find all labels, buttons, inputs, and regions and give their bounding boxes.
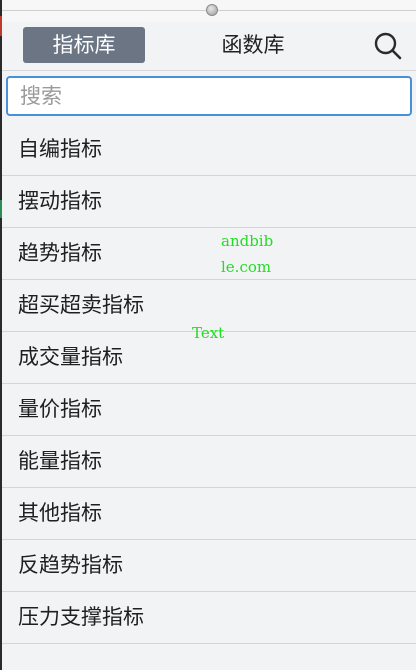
resize-handle-bar[interactable]: [2, 0, 416, 22]
watermark-line-1: andbib: [221, 232, 274, 250]
watermark-line-2: le.com: [221, 258, 272, 276]
indicator-category-list: 自编指标 摆动指标 趋势指标 超买超卖指标 成交量指标 量价指标 能量指标 其他…: [2, 124, 416, 644]
watermark-text: Text: [192, 324, 225, 342]
list-item-custom[interactable]: 自编指标: [2, 124, 416, 176]
search-button[interactable]: [372, 30, 404, 62]
search-input[interactable]: [8, 78, 410, 114]
watermark-domain: andbib le.com: [221, 228, 273, 280]
search-field[interactable]: [6, 76, 412, 116]
list-item-oscillator[interactable]: 摆动指标: [2, 176, 416, 228]
indicator-panel: 指标库 函数库 自编指标 摆动指标 趋势指标 超买超卖指标 成交量指标 量价指标…: [0, 0, 416, 670]
tab-function-library[interactable]: 函数库: [192, 27, 314, 63]
list-item-counter-trend[interactable]: 反趋势指标: [2, 540, 416, 592]
list-item-trend[interactable]: 趋势指标: [2, 228, 416, 280]
list-item-volume-price[interactable]: 量价指标: [2, 384, 416, 436]
list-item-other[interactable]: 其他指标: [2, 488, 416, 540]
tab-indicator-library[interactable]: 指标库: [23, 27, 145, 63]
list-item-energy[interactable]: 能量指标: [2, 436, 416, 488]
drag-handle[interactable]: [206, 4, 218, 16]
search-icon: [374, 32, 402, 60]
list-item-support-resistance[interactable]: 压力支撑指标: [2, 592, 416, 644]
tab-bar: 指标库 函数库: [2, 22, 416, 71]
